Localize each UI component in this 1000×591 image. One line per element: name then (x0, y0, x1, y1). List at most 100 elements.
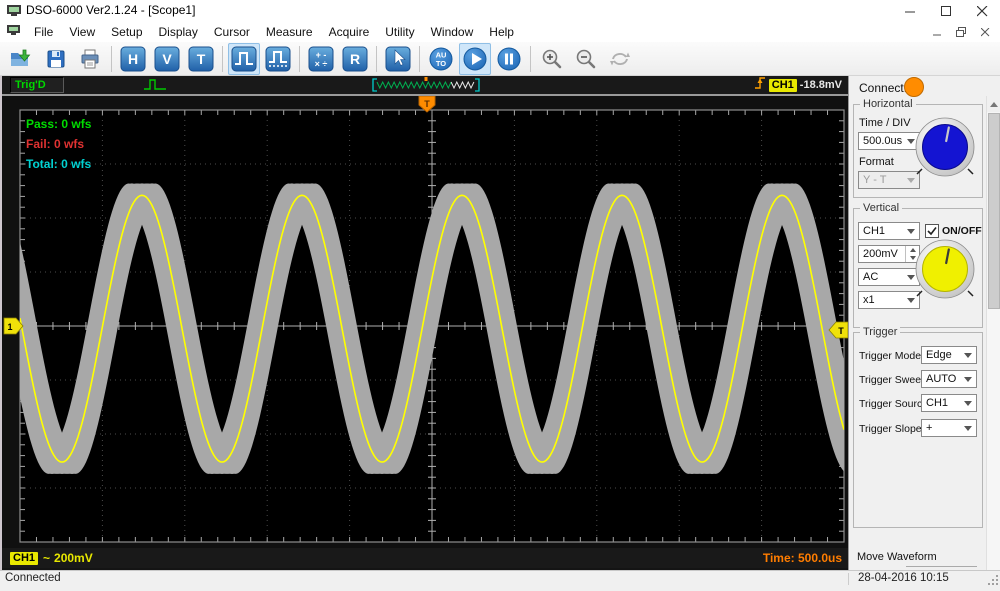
pass-fail-button[interactable] (228, 43, 260, 75)
scope-window: Trig'D CH1 -18.8mV (0, 76, 848, 570)
chevron-down-icon (907, 229, 915, 234)
total-count: Total: 0 wfs (26, 157, 91, 171)
sync-icon (604, 43, 636, 75)
move-waveform-divider (906, 566, 977, 567)
trigger-channel-badge: CH1 (769, 79, 797, 92)
trigger-mode-select[interactable]: Edge (921, 346, 977, 364)
connection-status: Connected (5, 572, 61, 584)
menu-bar: File View Setup Display Cursor Measure A… (0, 22, 1000, 43)
menu-file[interactable]: File (26, 23, 61, 41)
menu-setup[interactable]: Setup (103, 23, 150, 41)
mdi-restore-icon[interactable] (950, 24, 972, 40)
reference-button[interactable]: R (339, 43, 371, 75)
menu-utility[interactable]: Utility (377, 23, 422, 41)
menu-help[interactable]: Help (481, 23, 522, 41)
toolbar: H V T + -× ÷ R AUTO (0, 42, 1000, 76)
trigger-mode-label: Trigger Mode (859, 350, 921, 362)
maximize-icon[interactable] (928, 0, 964, 22)
scrollbar-thumb[interactable] (988, 113, 1000, 309)
toolbar-separator (376, 46, 377, 72)
scope-document-icon (7, 23, 20, 41)
trigger-sweep-label: Trigger Sweep (859, 374, 927, 386)
status-bar: Connected 28-04-2016 10:15 (0, 570, 1000, 586)
menu-measure[interactable]: Measure (258, 23, 321, 41)
format-label: Format (859, 156, 894, 168)
graticule-canvas: Pass: 0 wfs Fail: 0 wfs Total: 0 wfs T 1… (2, 96, 850, 548)
resize-grip[interactable] (987, 573, 999, 591)
toolbar-separator (530, 46, 531, 72)
panel-scrollbar[interactable] (986, 96, 1000, 570)
svg-text:T: T (838, 326, 844, 336)
trigger-level-value: -18.8mV (800, 79, 842, 91)
chevron-down-icon (964, 426, 972, 431)
minimize-icon[interactable] (892, 0, 928, 22)
trigger-slope-icon (754, 75, 766, 95)
control-panel: Connect: Horizontal Time / DIV 500.0us F… (848, 76, 1000, 570)
save-icon[interactable] (40, 43, 72, 75)
run-button[interactable] (459, 43, 491, 75)
title-bar: DSO-6000 Ver2.1.24 - [Scope1] (0, 0, 1000, 23)
zoom-in-icon[interactable] (536, 43, 568, 75)
vertical-group-title: Vertical (860, 202, 902, 214)
menu-acquire[interactable]: Acquire (321, 23, 378, 41)
vertical-position-knob[interactable] (911, 236, 979, 309)
trigger-sweep-select[interactable]: AUTO (921, 370, 977, 388)
scroll-up-icon[interactable] (987, 96, 1000, 112)
scope-display: Pass: 0 wfs Fail: 0 wfs Total: 0 wfs T 1… (2, 96, 850, 548)
connect-label: Connect: (859, 81, 907, 95)
window-title: DSO-6000 Ver2.1.24 - [Scope1] (26, 3, 195, 17)
close-icon[interactable] (964, 0, 1000, 22)
datetime-status: 28-04-2016 10:15 (858, 572, 949, 584)
menu-display[interactable]: Display (151, 23, 206, 41)
toolbar-separator (111, 46, 112, 72)
statusbar-divider (848, 573, 849, 585)
coupling-symbol: ~ (43, 551, 50, 565)
workspace: Trig'D CH1 -18.8mV (0, 76, 1000, 570)
trigger-slope-select[interactable]: + (921, 419, 977, 437)
toolbar-separator (299, 46, 300, 72)
waveform-preview-bar[interactable] (371, 77, 481, 98)
svg-text:H: H (128, 51, 138, 67)
connect-button[interactable] (904, 77, 924, 97)
trigger-slope-label: Trigger Slope (859, 423, 922, 435)
trigger-settings-button[interactable]: T (185, 43, 217, 75)
vertical-settings-button[interactable]: V (151, 43, 183, 75)
fail-count: Fail: 0 wfs (26, 137, 84, 151)
svg-text:V: V (162, 51, 172, 67)
menu-cursor[interactable]: Cursor (206, 23, 258, 41)
pause-button[interactable] (493, 43, 525, 75)
open-icon[interactable] (6, 43, 38, 75)
horizontal-group-title: Horizontal (860, 98, 916, 110)
move-waveform-label: Move Waveform (857, 551, 937, 563)
zoom-out-icon[interactable] (570, 43, 602, 75)
scope-top-status-bar: Trig'D CH1 -18.8mV (2, 76, 850, 96)
app-window: DSO-6000 Ver2.1.24 - [Scope1] File View … (0, 0, 1000, 586)
channel-badge: CH1 (10, 552, 38, 565)
time-div-label: Time / DIV (859, 117, 911, 129)
trigger-status: Trig'D (10, 77, 64, 93)
math-button[interactable]: + -× ÷ (305, 43, 337, 75)
mdi-close-icon[interactable] (974, 24, 996, 40)
auto-setup-button[interactable]: AUTO (425, 43, 457, 75)
horizontal-position-knob[interactable] (911, 114, 979, 187)
mdi-minimize-icon[interactable] (926, 24, 948, 40)
trigger-group-title: Trigger (860, 326, 900, 338)
cursor-select-button[interactable] (382, 43, 414, 75)
svg-text:× ÷: × ÷ (315, 59, 328, 69)
scope-bottom-status-bar: CH1 ~ 200mV Time: 500.0us (2, 548, 850, 568)
waveform-record-button[interactable] (262, 43, 294, 75)
toolbar-separator (222, 46, 223, 72)
chevron-down-icon (964, 401, 972, 406)
chevron-down-icon (964, 377, 972, 382)
svg-text:T: T (424, 99, 430, 109)
horizontal-settings-button[interactable]: H (117, 43, 149, 75)
menu-window[interactable]: Window (423, 23, 482, 41)
trigger-source-select[interactable]: CH1 (921, 394, 977, 412)
menu-view[interactable]: View (61, 23, 103, 41)
print-icon[interactable] (74, 43, 106, 75)
svg-text:R: R (350, 51, 360, 67)
svg-text:1: 1 (7, 322, 12, 332)
trigger-source-label: Trigger Source (859, 398, 928, 410)
time-per-div-value: Time: 500.0us (763, 551, 842, 565)
pass-count: Pass: 0 wfs (26, 117, 92, 131)
